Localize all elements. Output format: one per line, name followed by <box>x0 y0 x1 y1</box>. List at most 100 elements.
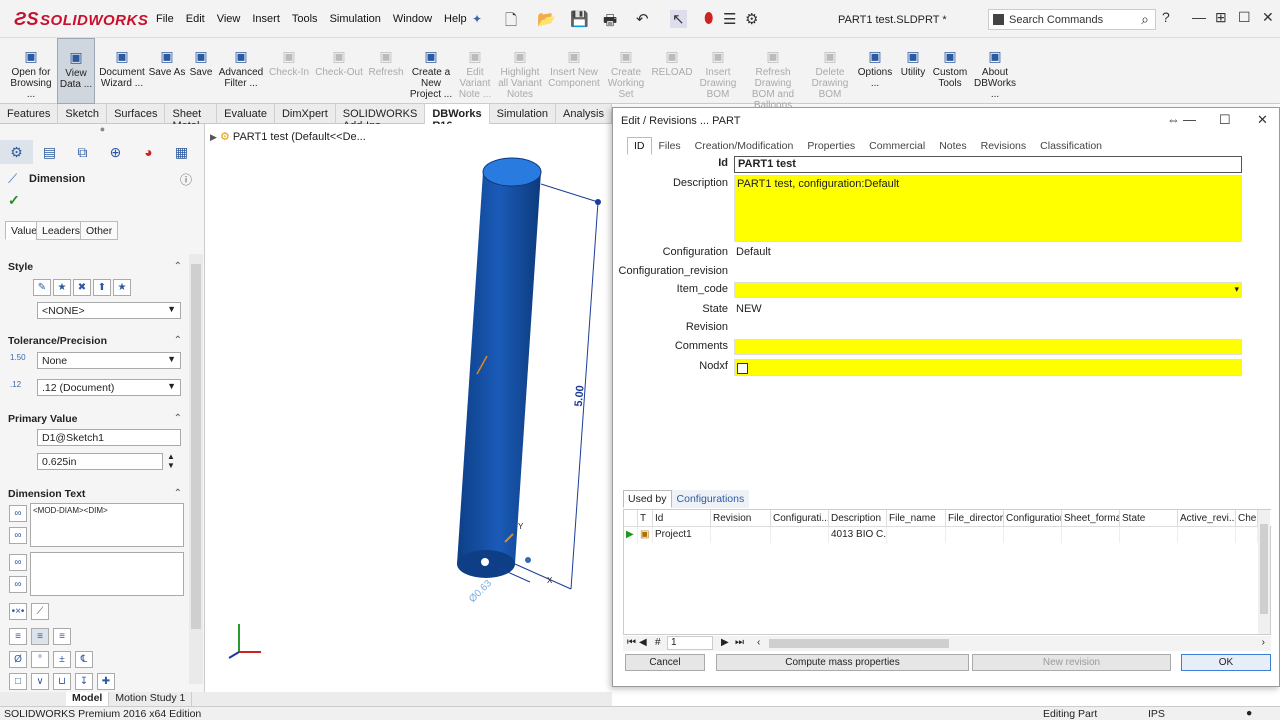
tab-files[interactable]: Files <box>652 137 688 155</box>
col-che[interactable]: Che <box>1236 510 1258 527</box>
counterbore-icon[interactable]: ⊔ <box>53 673 71 690</box>
next-page-icon[interactable]: ▶ <box>721 637 729 648</box>
col-t[interactable]: T <box>638 510 653 527</box>
search-icon[interactable]: ⌕ <box>1141 11 1149 28</box>
search-commands-input[interactable]: Search Commands ⌕ <box>988 9 1156 30</box>
dialog-close-icon[interactable]: ✕ <box>1257 112 1268 128</box>
tab-simulation[interactable]: Simulation <box>490 104 557 124</box>
save-icon[interactable]: 💾 <box>570 10 589 28</box>
command-check-in[interactable]: ▣ Check-In <box>267 38 311 104</box>
style-save-icon[interactable]: ⬆ <box>93 279 111 296</box>
depth-icon[interactable]: ↧ <box>75 673 93 690</box>
tab-id[interactable]: ID <box>627 137 652 155</box>
col-file-directory[interactable]: File_directory <box>946 510 1004 527</box>
countersink-icon[interactable]: ∨ <box>31 673 49 690</box>
degree-symbol-icon[interactable]: ° <box>31 651 49 668</box>
menu-edit[interactable]: Edit <box>180 13 211 25</box>
dim-text-add-icon[interactable]: ∞ <box>9 505 27 522</box>
command-about-dbworks[interactable]: ▣ About DBWorks ... <box>973 38 1017 104</box>
command-create-a-new-project[interactable]: ▣ Create a New Project ... <box>407 38 455 104</box>
cylinder-model[interactable] <box>205 124 612 692</box>
solidworks-logo[interactable]: ƧSSOLIDWORKS <box>14 9 148 30</box>
custom-manager-icon[interactable]: ▦ <box>165 140 198 164</box>
grid-hscroll-thumb[interactable] <box>769 639 949 648</box>
command-advanced-filter[interactable]: ▣ Advanced Filter ... <box>216 38 266 104</box>
col-configuration-short[interactable]: Configurati... <box>771 510 829 527</box>
col-sheet-format[interactable]: Sheet_format <box>1062 510 1120 527</box>
cancel-button[interactable]: Cancel <box>625 654 705 671</box>
grid-vscrollbar[interactable] <box>1258 510 1270 634</box>
command-create-working-set[interactable]: ▣ Create Working Set <box>603 38 649 104</box>
col-id[interactable]: Id <box>653 510 711 527</box>
tab-solidworks-add-ins[interactable]: SOLIDWORKS Add-Ins <box>336 104 426 132</box>
tab-notes[interactable]: Notes <box>932 137 973 155</box>
new-revision-button[interactable]: New revision <box>972 654 1171 671</box>
command-save[interactable]: ▣ Save <box>187 38 215 104</box>
collapse-tolerance-icon[interactable]: ⌃ <box>174 335 182 346</box>
compute-mass-properties-button[interactable]: Compute mass properties <box>716 654 969 671</box>
col-description[interactable]: Description <box>829 510 887 527</box>
collapse-style-icon[interactable]: ⌃ <box>174 261 182 272</box>
pm-scrollbar[interactable] <box>189 254 203 684</box>
col-revision[interactable]: Revision <box>711 510 771 527</box>
command-view-data[interactable]: ▣ View Data ... <box>57 38 95 104</box>
col-state[interactable]: State <box>1120 510 1178 527</box>
add-parenthesis-icon[interactable]: •×• <box>9 603 27 620</box>
maximize-icon[interactable]: ☐ <box>1238 9 1251 26</box>
table-row[interactable]: ▶ ▣ Project1 4013 BIO C... <box>624 527 1272 543</box>
align-center-icon[interactable]: ≡ <box>31 628 49 645</box>
ok-checkmark-icon[interactable]: ✓ <box>8 192 20 209</box>
new-document-icon[interactable]: 🗋 <box>505 10 517 35</box>
dimension-text-lower[interactable] <box>30 552 184 596</box>
pm-help-icon[interactable]: ⓘ <box>180 171 192 188</box>
command-check-out[interactable]: ▣ Check-Out <box>313 38 365 104</box>
style-select[interactable]: <NONE> ▼ <box>37 302 181 319</box>
rebuild-icon[interactable]: ⬮ <box>704 10 713 27</box>
dialog-maximize-icon[interactable]: ☐ <box>1219 112 1231 128</box>
dimension-name-field[interactable]: D1@Sketch1 <box>37 429 181 446</box>
precision-select[interactable]: .12 (Document) ▼ <box>37 379 181 396</box>
resize-icon[interactable]: ⇔ <box>1167 112 1180 127</box>
col-file-name[interactable]: File_name <box>887 510 946 527</box>
feature-manager-icon[interactable]: ⚙ <box>0 140 33 164</box>
dialog-minimize-icon[interactable]: — <box>1183 112 1196 127</box>
help-icon[interactable]: ? <box>1162 9 1170 25</box>
prev-page-icon[interactable]: ◀ <box>639 637 647 648</box>
command-delete-drawing-bom[interactable]: ▣ Delete Drawing BOM <box>810 38 850 104</box>
menu-help[interactable]: Help <box>438 13 473 25</box>
page-number-field[interactable]: 1 <box>667 636 713 650</box>
style-load-icon[interactable]: ★ <box>113 279 131 296</box>
tab-leaders[interactable]: Leaders <box>36 221 86 240</box>
menu-view[interactable]: View <box>211 13 247 25</box>
status-info-icon[interactable]: ● <box>1246 707 1252 719</box>
command-highlight-all-variant-notes[interactable]: ▣ Highlight all Variant Notes <box>495 38 545 104</box>
first-page-icon[interactable]: ⏮ <box>627 637 636 648</box>
dimxpert-manager-icon[interactable]: ⊕ <box>99 140 132 164</box>
tab-evaluate[interactable]: Evaluate <box>217 104 275 124</box>
style-add-icon[interactable]: ★ <box>53 279 71 296</box>
open-icon[interactable]: 📂 <box>537 10 556 28</box>
configuration-manager-icon[interactable]: ⧉ <box>66 140 99 164</box>
tab-other[interactable]: Other <box>80 221 119 240</box>
menu-insert[interactable]: Insert <box>246 13 286 25</box>
ok-button[interactable]: OK <box>1181 654 1271 671</box>
plus-minus-icon[interactable]: ± <box>53 651 71 668</box>
nodxf-checkbox[interactable] <box>737 363 748 374</box>
inspection-icon[interactable]: ⟋ <box>31 603 49 620</box>
tab-dimxpert[interactable]: DimXpert <box>275 104 336 124</box>
tab-revisions[interactable]: Revisions <box>974 137 1034 155</box>
item-code-dropdown-icon[interactable]: ▾ <box>1234 284 1239 295</box>
dim-text-remove-icon[interactable]: ∞ <box>9 527 27 544</box>
tab-commercial[interactable]: Commercial <box>862 137 932 155</box>
command-utility[interactable]: ▣ Utility <box>898 38 928 104</box>
command-insert-new-component[interactable]: ▣ Insert New Component <box>546 38 602 104</box>
command-options[interactable]: ▣ Options ... <box>853 38 897 104</box>
property-manager-icon[interactable]: ▤ <box>33 140 66 164</box>
command-refresh-drawing-bom-and-balloons[interactable]: ▣ Refresh Drawing BOM and Balloons <box>742 38 804 111</box>
style-apply-icon[interactable]: ✎ <box>33 279 51 296</box>
length-dimension-label[interactable]: 5.00 <box>573 385 587 407</box>
print-icon[interactable]: 🖶 <box>603 10 617 35</box>
tab-motion-study[interactable]: Motion Study 1 <box>109 692 193 706</box>
col-active-revision[interactable]: Active_revi... <box>1178 510 1236 527</box>
diameter-symbol-icon[interactable]: Ø <box>9 651 27 668</box>
